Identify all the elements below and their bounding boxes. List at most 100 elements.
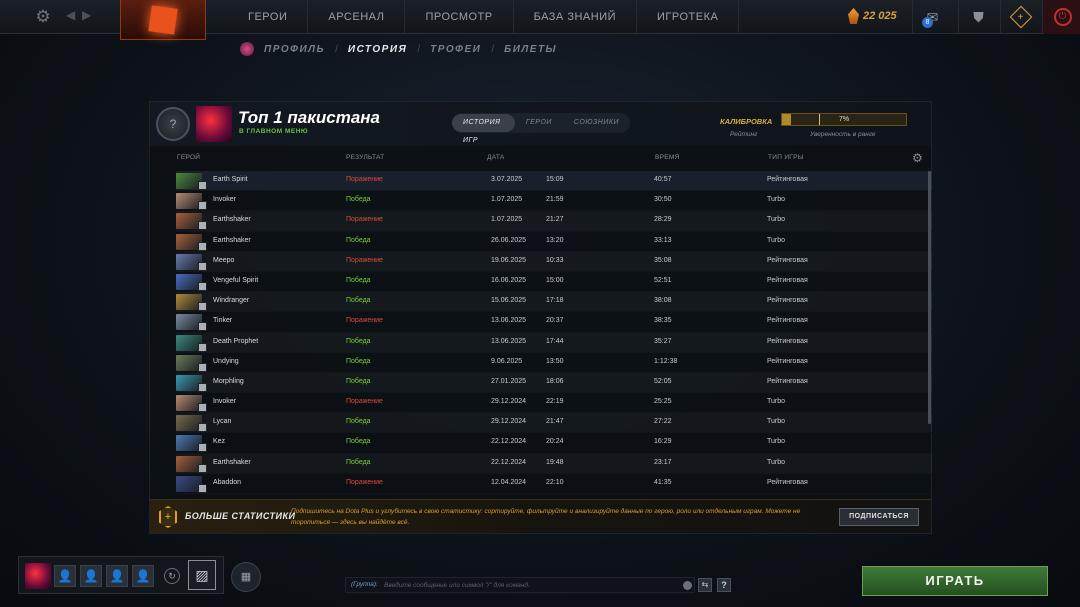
match-time: 21:27: [546, 216, 564, 224]
hero-name: Morphling: [213, 377, 244, 385]
player-name: Топ 1 пакистана: [238, 108, 380, 127]
chevron-right-icon[interactable]: ▶: [82, 8, 91, 22]
table-row[interactable]: Earth Spirit Поражение 3.07.2025 15:09 40:57…: [176, 171, 932, 192]
dota-plus-button[interactable]: +: [1000, 0, 1040, 34]
play-button[interactable]: ИГРАТЬ: [862, 566, 1048, 596]
calibration-confidence-label: Уверенность в ранге: [810, 131, 876, 138]
role-badge-icon: [198, 302, 207, 312]
column-mode[interactable]: ТИП ИГРЫ: [768, 154, 804, 161]
chat-channel[interactable]: (Группа):: [351, 581, 378, 588]
role-badge-icon: [198, 463, 207, 473]
scrollbar[interactable]: [928, 171, 931, 424]
dota-logo-button[interactable]: [120, 0, 206, 40]
match-result: Поражение: [346, 216, 383, 224]
mail-button[interactable]: ✉: [912, 0, 952, 34]
party-slot-icon[interactable]: 👤: [54, 565, 76, 587]
column-hero[interactable]: ГЕРОЙ: [177, 154, 200, 161]
table-row[interactable]: Morphling Победа 27.01.2025 18:06 52:05 Рейти…: [176, 373, 932, 394]
party-slot-icon[interactable]: 👤: [106, 565, 128, 587]
table-row[interactable]: Earthshaker Поражение 1.07.2025 21:27 28:29 T…: [176, 211, 932, 232]
emoji-icon[interactable]: [683, 581, 692, 590]
nav-armory[interactable]: АРСЕНАЛ: [308, 0, 406, 34]
match-duration: 38:35: [654, 317, 672, 325]
table-row[interactable]: Windranger Победа 15.06.2025 17:18 38:08 Рейт…: [176, 292, 932, 313]
table-row[interactable]: Meepo Поражение 19.06.2025 10:33 35:08 Рейтин…: [176, 252, 932, 272]
role-badge-icon: [198, 362, 207, 372]
hero-name: Kez: [213, 438, 226, 446]
column-result[interactable]: РЕЗУЛЬТАТ: [346, 154, 384, 161]
match-result: Поражение: [346, 317, 383, 325]
friends-button[interactable]: ▦: [231, 562, 261, 592]
subnav-trophies[interactable]: ТРОФЕИ: [430, 44, 481, 55]
armory-button[interactable]: ⛊: [958, 0, 998, 34]
power-icon: ⏻: [1053, 8, 1072, 26]
match-time: 13:50: [546, 357, 564, 365]
table-row[interactable]: Death Prophet Победа 13.06.2025 17:44 35:27 Р…: [176, 333, 932, 353]
profile-avatar-icon: [240, 42, 254, 56]
gear-icon[interactable]: ⚙: [34, 8, 52, 26]
match-duration: 16:29: [654, 438, 672, 446]
chevron-left-icon[interactable]: ◀: [66, 8, 75, 22]
nav-learn[interactable]: БАЗА ЗНАНИЙ: [514, 0, 638, 34]
table-row[interactable]: Invoker Поражение 29.12.2024 22:19 25:25 Turb…: [176, 393, 932, 414]
table-row[interactable]: Vengeful Spirit Победа 16.06.2025 15:00 52:5…: [176, 272, 932, 293]
avatar[interactable]: [25, 563, 51, 589]
match-result: Победа: [346, 418, 371, 426]
table-row[interactable]: Invoker Победа 1.07.2025 21:59 30:50 Turbo: [176, 191, 932, 212]
role-badge-icon: [198, 382, 207, 392]
shard-count: 22 025: [863, 10, 897, 22]
match-result: Поражение: [346, 176, 383, 183]
nav-heroes[interactable]: ГЕРОИ: [228, 0, 309, 34]
dota-plus-title: БОЛЬШЕ СТАТИСТИКИ: [185, 511, 296, 521]
dota-plus-icon: +: [159, 506, 177, 528]
match-time: 13:20: [546, 236, 564, 244]
column-duration[interactable]: ВРЕМЯ: [655, 154, 680, 161]
subnav-history[interactable]: ИСТОРИЯ: [348, 44, 407, 55]
table-row[interactable]: Earthshaker Победа 26.06.2025 13:20 33:13 Tur…: [176, 232, 932, 252]
match-duration: 25:25: [654, 398, 672, 406]
match-date: 1.07.2025: [491, 216, 523, 224]
match-duration: 52:05: [654, 377, 672, 385]
match-date: 3.07.2025: [491, 176, 523, 183]
subnav-profile[interactable]: ПРОФИЛЬ: [264, 44, 325, 55]
match-result: Поражение: [346, 398, 383, 406]
tab-match-history[interactable]: ИСТОРИЯ ИГР: [452, 114, 515, 144]
table-row[interactable]: Tinker Поражение 13.06.2025 20:37 38:35 Рейти…: [176, 312, 932, 333]
role-badge-icon: [198, 403, 207, 413]
avatar[interactable]: [196, 106, 232, 142]
column-date[interactable]: ДАТА: [487, 154, 505, 161]
table-row[interactable]: Lycan Победа 29.12.2024 21:47 27:22 Turbo: [176, 413, 932, 434]
table-row[interactable]: Earthshaker Победа 22.12.2024 19:48 23:17 Tur…: [176, 454, 932, 474]
party-slot-icon[interactable]: 👤: [80, 565, 102, 587]
match-time: 20:24: [546, 438, 564, 446]
match-duration: 30:50: [654, 196, 672, 204]
exit-button[interactable]: ⏻: [1042, 0, 1080, 34]
nav-watch[interactable]: ПРОСМОТР: [405, 0, 514, 34]
party-slot-icon[interactable]: 👤: [132, 565, 154, 587]
chat-toggle-button[interactable]: ⇆: [698, 578, 712, 592]
subscribe-button[interactable]: ПОДПИСАТЬСЯ: [839, 508, 919, 526]
hero-name: Earthshaker: [213, 216, 251, 224]
battlepass-item-icon[interactable]: ▨: [188, 560, 216, 590]
tab-allies[interactable]: СОЮЗНИКИ: [563, 114, 630, 132]
table-row[interactable]: Undying Победа 9.06.2025 13:50 1:12:38 Рейтин…: [176, 353, 932, 373]
match-result: Поражение: [346, 256, 383, 264]
tab-heroes[interactable]: ГЕРОИ: [515, 114, 563, 132]
refresh-icon[interactable]: ↻: [164, 568, 180, 584]
chat-input[interactable]: [384, 579, 674, 591]
match-date: 29.12.2024: [491, 418, 527, 426]
shards-display[interactable]: 22 025: [848, 8, 897, 24]
profile-header: ? Топ 1 пакистана В ГЛАВНОМ МЕНЮ ИСТОРИЯ…: [150, 102, 931, 146]
subnav-tickets[interactable]: БИЛЕТЫ: [504, 44, 557, 55]
help-button[interactable]: ?: [717, 578, 731, 592]
dota-plus-banner: + БОЛЬШЕ СТАТИСТИКИ Подпишитесь на Dota …: [150, 499, 931, 533]
rank-medal-icon[interactable]: ?: [156, 107, 190, 141]
gear-icon[interactable]: ⚙: [912, 151, 923, 165]
table-row[interactable]: Kez Победа 22.12.2024 20:24 16:29 Turbo: [176, 433, 932, 454]
table-row[interactable]: Abaddon Поражение 12.04.2024 22:10 41:35 Рейт…: [176, 474, 932, 494]
chat-swap-icon: ⇆: [701, 580, 709, 589]
match-duration: 35:08: [654, 256, 672, 264]
match-result: Победа: [346, 458, 371, 466]
match-date: 19.06.2025: [491, 256, 527, 264]
nav-arcade[interactable]: ИГРОТЕКА: [637, 0, 740, 34]
